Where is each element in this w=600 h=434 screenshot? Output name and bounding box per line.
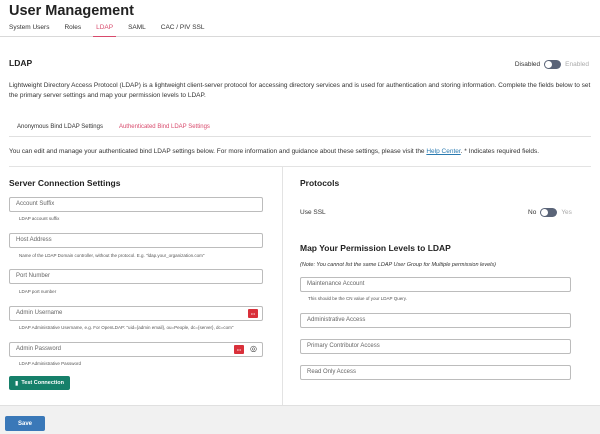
host-address-placeholder: Host Address (16, 237, 52, 243)
host-address-input[interactable]: Host Address (9, 233, 263, 248)
ldap-enable-toggle[interactable] (544, 60, 562, 69)
helper-text: You can edit and manage your authenticat… (9, 148, 539, 155)
tab-system-users[interactable]: System Users (9, 24, 49, 37)
maintenance-account-hint: This should be the CN value of your LDAP… (308, 296, 407, 301)
eye-icon[interactable]: ◎ (250, 344, 257, 353)
account-suffix-input[interactable]: Account Suffix (9, 197, 263, 212)
permission-map-title: Map Your Permission Levels to LDAP (300, 243, 451, 253)
save-button[interactable]: Save (5, 416, 45, 431)
maintenance-account-input[interactable]: Maintenance Account (300, 277, 571, 292)
help-center-link[interactable]: Help Center (426, 148, 460, 155)
admin-password-placeholder: Admin Password (16, 346, 62, 352)
admin-username-placeholder: Admin Username (16, 310, 63, 316)
ssl-toggle[interactable] (540, 208, 558, 217)
account-suffix-hint: LDAP account suffix (19, 216, 60, 221)
ssl-toggle-group: No Yes (528, 208, 572, 217)
ldap-toggle-group: Disabled Enabled (515, 60, 589, 69)
password-manager-icon[interactable]: ••• (248, 309, 258, 318)
primary-contributor-access-placeholder: Primary Contributor Access (307, 343, 380, 349)
primary-contributor-access-input[interactable]: Primary Contributor Access (300, 339, 571, 354)
administrative-access-input[interactable]: Administrative Access (300, 313, 571, 328)
page-title: User Management (9, 3, 134, 19)
port-number-placeholder: Port Number (16, 273, 51, 279)
column-divider (282, 167, 283, 405)
read-only-access-placeholder: Read Only Access (307, 369, 357, 375)
tab-ldap[interactable]: LDAP (93, 24, 117, 37)
tab-authenticated-bind[interactable]: Authenticated Bind LDAP Settings (110, 121, 218, 137)
test-connection-button[interactable]: ▮ Test Connection (9, 376, 70, 390)
host-address-hint: Name of the LDAP Domain controller, with… (19, 253, 205, 258)
top-tabs: System Users Roles LDAP SAML CAC / PIV S… (9, 24, 219, 37)
use-ssl-label: Use SSL (300, 209, 326, 216)
sub-tabs-divider (9, 136, 591, 137)
port-number-hint: LDAP port number (19, 289, 57, 294)
page-header: User Management System Users Roles LDAP … (0, 0, 600, 37)
ssl-yes-label: Yes (561, 209, 572, 216)
tab-cac-piv-ssl[interactable]: CAC / PIV SSL (161, 24, 205, 37)
ssl-no-label: No (528, 209, 537, 216)
admin-password-hint: LDAP Administrative Password (19, 361, 81, 366)
ldap-title: LDAP (9, 58, 33, 68)
port-number-input[interactable]: Port Number (9, 269, 263, 284)
enabled-label: Enabled (565, 61, 589, 68)
protocols-title: Protocols (300, 178, 340, 188)
admin-username-input[interactable]: Admin Username ••• (9, 306, 263, 321)
sub-tabs: Anonymous Bind LDAP Settings Authenticat… (9, 121, 218, 137)
admin-username-hint: LDAP Administrative Username, e.g. For O… (19, 325, 234, 330)
tab-roles[interactable]: Roles (64, 24, 81, 37)
disabled-label: Disabled (514, 61, 541, 68)
admin-password-input[interactable]: Admin Password ••• ◎ (9, 342, 263, 357)
helper-text-after: . * Indicates required fields. (460, 148, 540, 155)
password-manager-icon[interactable]: ••• (234, 345, 244, 354)
helper-text-before: You can edit and manage your authenticat… (9, 148, 427, 155)
page-footer: Save (0, 405, 600, 434)
read-only-access-input[interactable]: Read Only Access (300, 365, 571, 380)
permission-map-note: (Note: You cannot list the same LDAP Use… (300, 262, 496, 268)
test-connection-label: Test Connection (21, 380, 64, 386)
plug-icon: ▮ (15, 380, 19, 387)
section-divider (9, 166, 591, 167)
tab-anonymous-bind[interactable]: Anonymous Bind LDAP Settings (9, 121, 111, 137)
server-connection-title: Server Connection Settings (9, 178, 121, 188)
tab-saml[interactable]: SAML (128, 24, 146, 37)
maintenance-account-placeholder: Maintenance Account (307, 281, 365, 287)
administrative-access-placeholder: Administrative Access (307, 317, 366, 323)
account-suffix-placeholder: Account Suffix (16, 201, 55, 207)
ldap-description: Lightweight Directory Access Protocol (L… (9, 82, 591, 99)
